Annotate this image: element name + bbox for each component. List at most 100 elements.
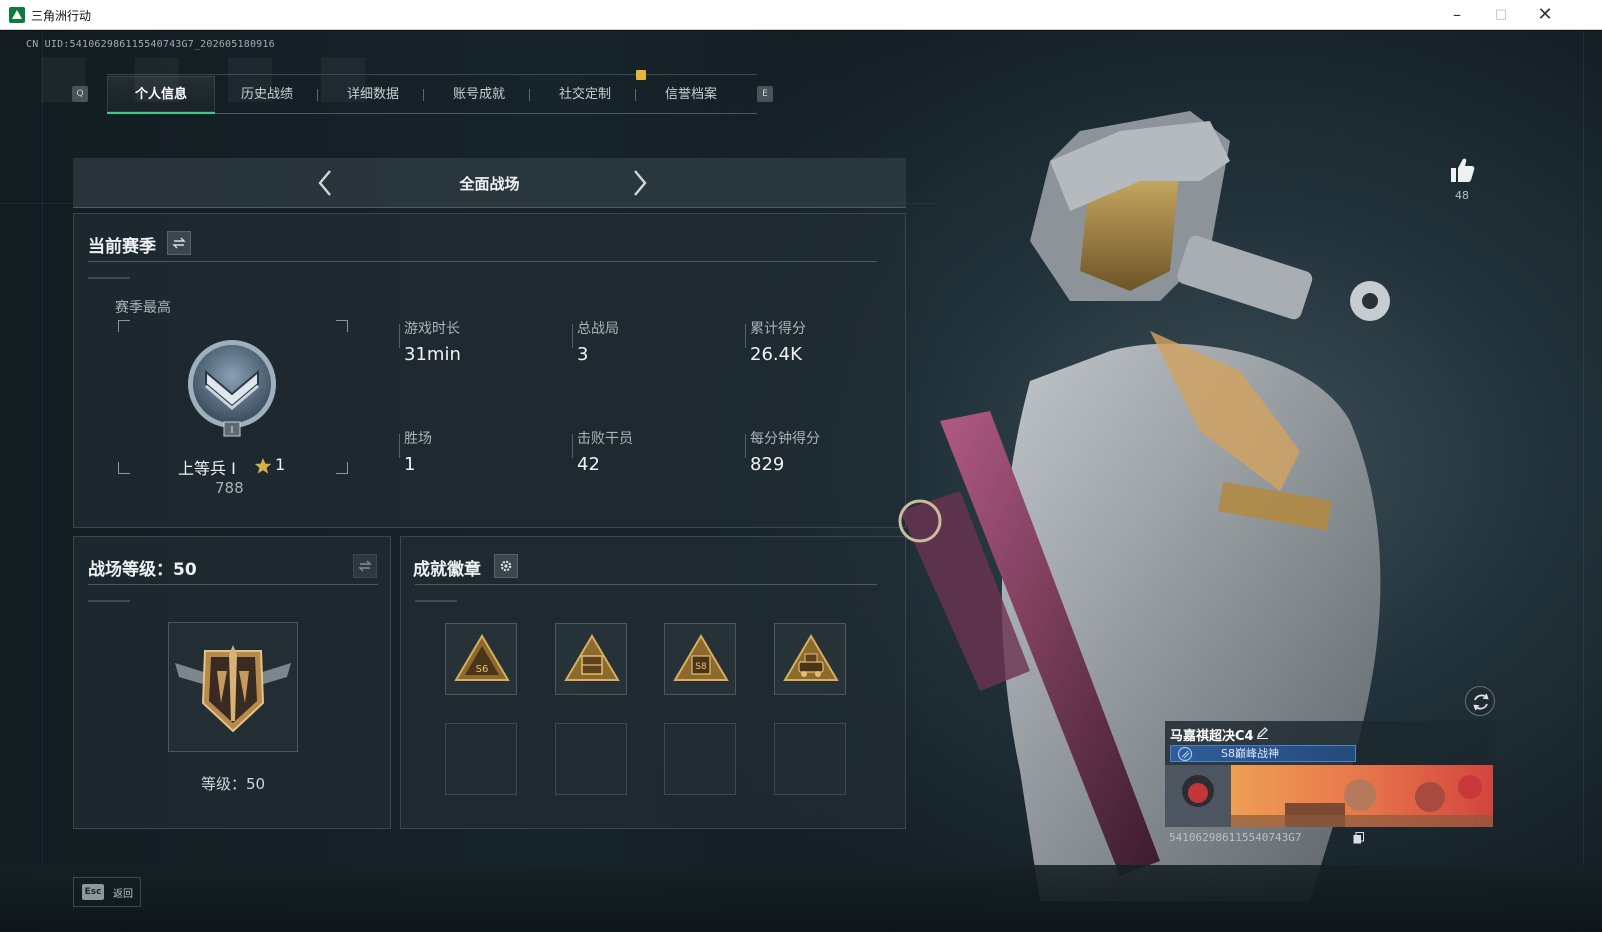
game-stage: ■ ■ ■ ■ CN UID:541062986115540743G7_2026…	[0, 31, 1602, 932]
level-emblem-frame	[168, 622, 298, 752]
badge-s8-tag: S8	[695, 662, 707, 672]
back-label[interactable]: 返回	[113, 885, 133, 900]
stat-label-wins: 胜场	[404, 431, 432, 447]
stat-divider	[399, 434, 400, 458]
settings-icon[interactable]	[494, 554, 518, 578]
stat-divider	[399, 324, 400, 348]
window-titlebar: 三角洲行动 – □ ✕	[0, 0, 1602, 30]
tab-separator	[529, 89, 530, 101]
app-icon	[9, 7, 25, 23]
stat-divider	[572, 434, 573, 458]
stat-divider	[745, 434, 746, 458]
stat-value-total-score: 26.4K	[750, 344, 802, 365]
section-title-achievements: 成就徽章	[413, 560, 481, 580]
season-best-label: 赛季最高	[115, 300, 171, 316]
tab-key-left[interactable]: Q	[72, 86, 88, 102]
badge-crate-icon	[564, 634, 620, 681]
player-title-tag: S8巅峰战神	[1170, 745, 1356, 762]
stat-divider	[745, 324, 746, 348]
tab-detailed-data[interactable]: 详细数据	[319, 76, 427, 114]
stat-label-kills: 击败干员	[577, 431, 633, 447]
tab-social-custom[interactable]: 社交定制	[531, 76, 639, 114]
tab-top-line	[107, 74, 757, 75]
badge-s6-tag: S6	[476, 664, 489, 675]
title-emblem-icon	[1177, 746, 1193, 762]
achievement-badge[interactable]: S6	[445, 623, 517, 695]
mode-title: 全面战场	[459, 175, 520, 193]
achievement-slot-empty[interactable]	[664, 723, 736, 795]
esc-key-hint[interactable]: Esc	[82, 884, 104, 900]
like-count: 48	[1455, 189, 1469, 202]
tab-personal-info[interactable]: 个人信息	[107, 76, 215, 114]
stat-label-score-per-minute: 每分钟得分	[750, 431, 820, 447]
badge-vehicle-icon	[783, 634, 839, 681]
frame-corner	[336, 462, 348, 474]
current-season-panel: 当前赛季 赛季最高 I 上等兵 I 1 788 游戏时长 31min 总战局 3…	[73, 213, 906, 528]
stat-label-total-matches: 总战局	[577, 321, 619, 337]
rank-emblem-icon: I	[188, 340, 276, 437]
section-rule	[415, 584, 877, 585]
frame-corner	[118, 462, 130, 474]
maximize-icon[interactable]: □	[1478, 0, 1524, 30]
player-card-header: 马嘉祺超决C4 S8巅峰战神	[1165, 721, 1495, 765]
achievement-slot-empty[interactable]	[555, 723, 627, 795]
achievement-badge[interactable]: S8	[664, 623, 736, 695]
section-tick	[88, 277, 130, 279]
badge-s6-icon: S6	[454, 634, 510, 681]
stat-value-total-matches: 3	[577, 344, 589, 365]
switch-icon[interactable]	[353, 554, 377, 578]
section-title-season: 当前赛季	[88, 237, 156, 257]
copy-icon[interactable]	[1353, 832, 1364, 844]
chevron-right-icon[interactable]	[626, 168, 652, 198]
section-title-battlefield-level: 战场等级：50	[88, 560, 197, 580]
tab-credit-record[interactable]: 信誉档案	[637, 76, 745, 114]
stat-label-total-score: 累计得分	[750, 321, 806, 337]
stat-value-score-per-minute: 829	[750, 454, 785, 475]
stat-divider	[572, 324, 573, 348]
achievement-slot-empty[interactable]	[774, 723, 846, 795]
achievement-slot-empty[interactable]	[445, 723, 517, 795]
rank-points: 788	[215, 479, 244, 497]
star-icon	[254, 458, 272, 474]
stat-value-kills: 42	[577, 454, 600, 475]
uid-line: CN UID:541062986115540743G7_202605180916	[26, 39, 275, 50]
achievement-badges-panel: 成就徽章 S6 S8	[400, 536, 906, 829]
grid-line	[1583, 31, 1584, 932]
section-rule	[88, 261, 877, 262]
minimize-icon[interactable]: –	[1434, 0, 1480, 30]
section-rule	[88, 584, 378, 585]
rank-stars: 1	[275, 455, 286, 474]
close-icon[interactable]: ✕	[1522, 0, 1568, 30]
battlefield-level-panel: 战场等级：50 等级：50	[73, 536, 391, 829]
section-tick	[415, 600, 457, 602]
player-title-text: S8巅峰战神	[1221, 747, 1279, 760]
achievement-badge[interactable]	[774, 623, 846, 695]
section-tick	[88, 600, 130, 602]
svg-text:I: I	[231, 425, 234, 436]
player-card-banner	[1165, 765, 1493, 827]
tab-key-right[interactable]: E	[757, 86, 773, 102]
refresh-icon[interactable]	[1465, 686, 1495, 716]
tab-separator	[317, 89, 318, 101]
tab-bar: 个人信息 历史战绩 详细数据 账号成就 社交定制 信誉档案	[107, 76, 757, 114]
stat-value-playtime: 31min	[404, 344, 461, 365]
bottom-bar: Esc 返回	[0, 865, 1602, 932]
badge-s8-icon: S8	[673, 634, 729, 681]
frame-corner	[118, 320, 130, 332]
stat-value-wins: 1	[404, 454, 416, 475]
level-emblem-icon	[175, 645, 291, 733]
tab-history[interactable]: 历史战绩	[213, 76, 321, 114]
tab-separator	[635, 89, 636, 101]
thumbs-up-icon[interactable]	[1447, 155, 1477, 185]
frame-corner	[336, 320, 348, 332]
window-title: 三角洲行动	[31, 9, 92, 23]
tab-account-achievements[interactable]: 账号成就	[425, 76, 533, 114]
level-text: 等级：50	[200, 775, 266, 793]
achievement-badge[interactable]	[555, 623, 627, 695]
player-card[interactable]: 马嘉祺超决C4 S8巅峰战神	[1165, 721, 1495, 827]
player-name: 马嘉祺超决C4	[1170, 729, 1254, 744]
edit-icon[interactable]	[1256, 726, 1269, 739]
switch-icon[interactable]	[167, 231, 191, 255]
stat-label-playtime: 游戏时长	[404, 321, 460, 337]
player-uid: 541062986115540743G7	[1169, 831, 1302, 844]
